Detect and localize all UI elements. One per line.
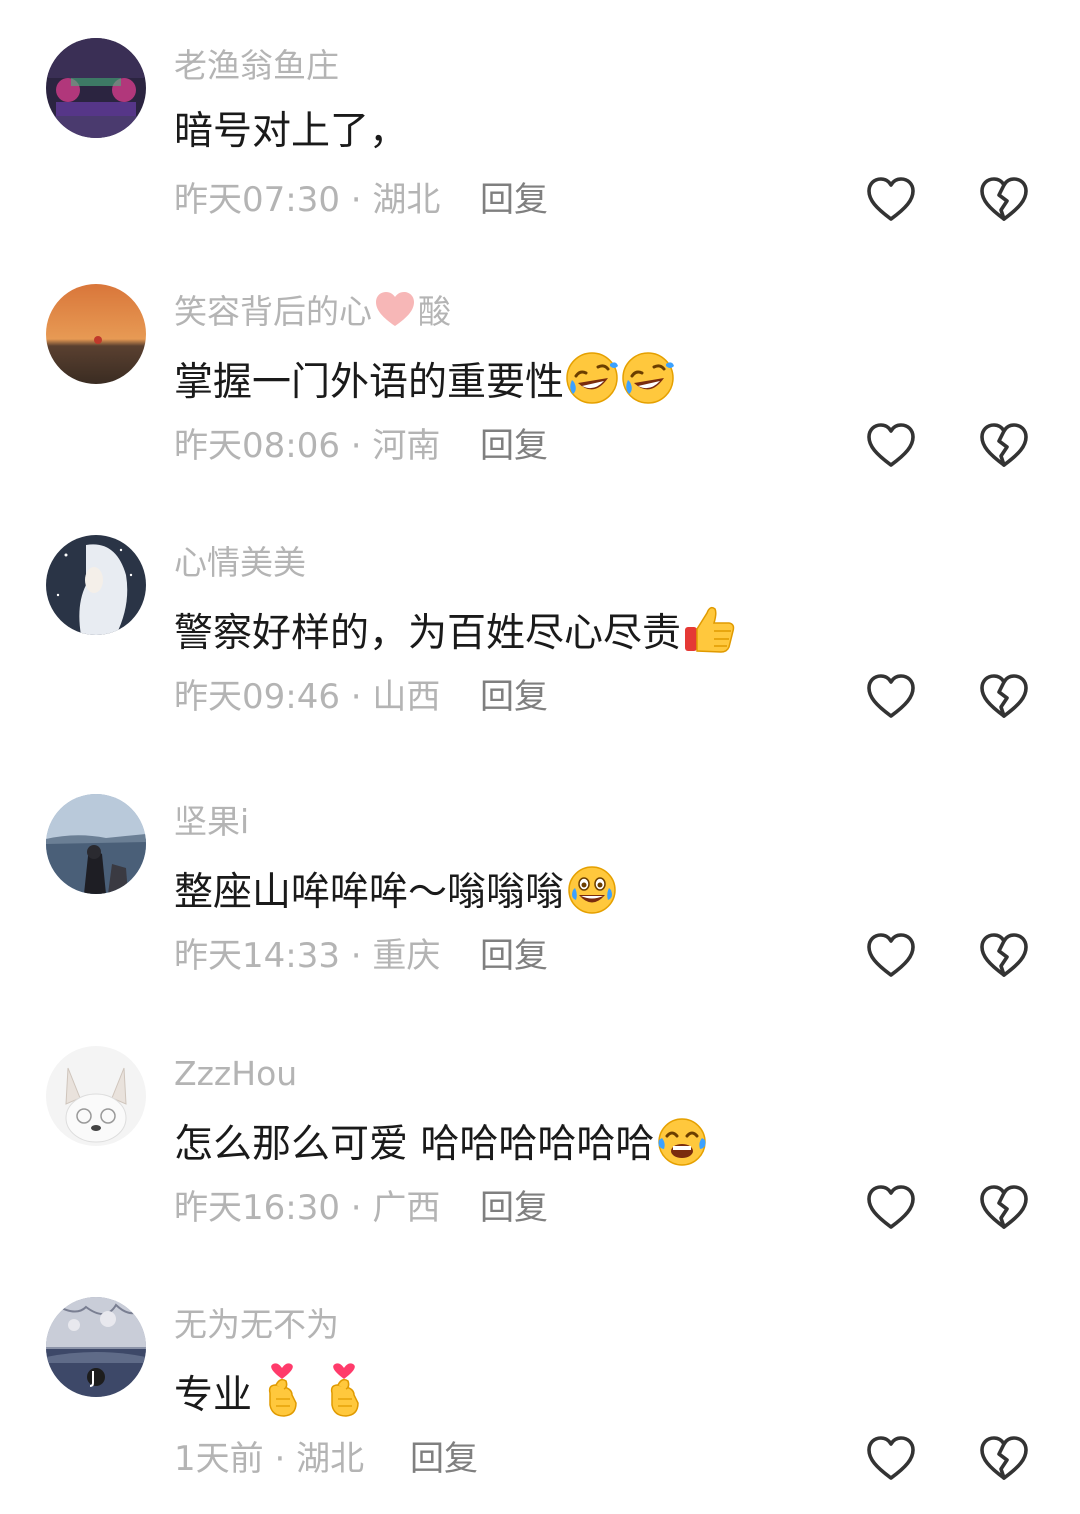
comment-location: 重庆: [372, 936, 441, 976]
comment-meta: 昨天14:33 · 重庆: [174, 932, 440, 980]
dislike-button[interactable]: [977, 1432, 1031, 1486]
dislike-button[interactable]: [977, 419, 1031, 473]
comment-location: 湖北: [372, 180, 441, 220]
avatar[interactable]: [46, 1046, 146, 1146]
like-button[interactable]: [864, 1432, 918, 1486]
comment-text-content: 整座山哞哞哞～嗡嗡嗡: [174, 870, 565, 915]
comment-text-content: 警察好样的，为百姓尽心尽责: [174, 611, 682, 656]
heart-outline-icon: [864, 1432, 918, 1486]
comment-item: 笑容背后的心 酸 掌握一门外语的重要性 昨天08:06 · 河南 回复: [0, 284, 1080, 484]
username-part: 笑容背后的心: [174, 292, 372, 331]
comment-time: 昨天08:06: [174, 426, 340, 466]
comment-location: 河南: [372, 426, 441, 466]
comment-item: 无为无不为 专业 1天前 · 湖北 回复: [0, 1297, 1080, 1497]
comment-text-content: 暗号对上了，: [174, 109, 409, 154]
dislike-button[interactable]: [977, 929, 1031, 983]
broken-heart-icon: [977, 1432, 1031, 1486]
heart-outline-icon: [864, 929, 918, 983]
comment-text-content: 专业: [174, 1373, 253, 1418]
dislike-button[interactable]: [977, 670, 1031, 724]
like-button[interactable]: [864, 1181, 918, 1235]
tears-of-joy-emoji-icon: [654, 1112, 710, 1168]
username-part: 酸: [418, 292, 451, 331]
comment-meta: 昨天07:30 · 湖北: [174, 176, 440, 224]
meta-separator: ·: [339, 936, 373, 976]
heart-outline-icon: [864, 670, 918, 724]
broken-heart-icon: [977, 419, 1031, 473]
comment-meta: 1天前 · 湖北: [174, 1435, 364, 1483]
rofl-emoji-icon: [620, 350, 676, 406]
comment-item: 心情美美 警察好样的，为百姓尽心尽责 昨天09:46 · 山西 回复: [0, 535, 1080, 735]
username[interactable]: ZzzHou: [174, 1050, 297, 1098]
finger-heart-emoji-icon: [316, 1363, 372, 1419]
like-button[interactable]: [864, 670, 918, 724]
reply-button[interactable]: 回复: [480, 422, 548, 470]
avatar[interactable]: [46, 284, 146, 384]
comment-text: 专业: [174, 1363, 372, 1424]
like-button[interactable]: [864, 173, 918, 227]
avatar[interactable]: [46, 535, 146, 635]
thumbs-up-emoji-icon: [681, 601, 737, 657]
pink-heart-icon: [373, 289, 417, 329]
comment-text: 怎么那么可爱 哈哈哈哈哈哈: [174, 1112, 710, 1173]
comment-location: 山西: [372, 677, 441, 717]
heart-outline-icon: [864, 173, 918, 227]
meta-separator: ·: [339, 180, 373, 220]
comment-text: 警察好样的，为百姓尽心尽责: [174, 601, 737, 662]
username[interactable]: 心情美美: [174, 539, 306, 587]
comment-item: ZzzHou 怎么那么可爱 哈哈哈哈哈哈 昨天16:30 · 广西 回复: [0, 1046, 1080, 1246]
meta-separator: ·: [339, 1188, 373, 1228]
username[interactable]: 坚果i: [174, 798, 249, 846]
avatar[interactable]: [46, 794, 146, 894]
comment-location: 广西: [372, 1188, 441, 1228]
username[interactable]: 老渔翁鱼庄: [174, 42, 339, 90]
grinning-sweat-emoji-icon: [564, 860, 620, 916]
comment-text-content: 掌握一门外语的重要性: [174, 360, 565, 405]
dislike-button[interactable]: [977, 1181, 1031, 1235]
comment-location: 湖北: [296, 1439, 365, 1479]
comment-text: 整座山哞哞哞～嗡嗡嗡: [174, 860, 620, 921]
reply-button[interactable]: 回复: [480, 932, 548, 980]
comment-text: 掌握一门外语的重要性: [174, 350, 676, 411]
broken-heart-icon: [977, 670, 1031, 724]
avatar[interactable]: [46, 1297, 146, 1397]
heart-outline-icon: [864, 1181, 918, 1235]
avatar[interactable]: [46, 38, 146, 138]
meta-separator: ·: [339, 677, 373, 717]
reply-button[interactable]: 回复: [480, 1184, 548, 1232]
comment-text-content: 怎么那么可爱 哈哈哈哈哈哈: [174, 1122, 655, 1167]
like-button[interactable]: [864, 419, 918, 473]
comment-meta: 昨天08:06 · 河南: [174, 422, 440, 470]
dislike-button[interactable]: [977, 173, 1031, 227]
comment-item: 老渔翁鱼庄 暗号对上了， 昨天07:30 · 湖北 回复: [0, 38, 1080, 238]
broken-heart-icon: [977, 929, 1031, 983]
meta-separator: ·: [263, 1439, 297, 1479]
rofl-emoji-icon: [564, 350, 620, 406]
comment-time: 1天前: [174, 1439, 264, 1479]
finger-heart-emoji-icon: [254, 1363, 310, 1419]
reply-button[interactable]: 回复: [410, 1435, 478, 1483]
username[interactable]: 无为无不为: [174, 1301, 339, 1349]
reply-button[interactable]: 回复: [480, 673, 548, 721]
comment-time: 昨天07:30: [174, 180, 340, 220]
comment-item: 坚果i 整座山哞哞哞～嗡嗡嗡 昨天14:33 · 重庆 回复: [0, 794, 1080, 994]
reply-button[interactable]: 回复: [480, 176, 548, 224]
heart-outline-icon: [864, 419, 918, 473]
comment-meta: 昨天09:46 · 山西: [174, 673, 440, 721]
like-button[interactable]: [864, 929, 918, 983]
comment-text: 暗号对上了，: [174, 104, 408, 160]
username[interactable]: 笑容背后的心 酸: [174, 288, 451, 336]
broken-heart-icon: [977, 1181, 1031, 1235]
broken-heart-icon: [977, 173, 1031, 227]
meta-separator: ·: [339, 426, 373, 466]
comment-time: 昨天14:33: [174, 936, 340, 976]
comment-time: 昨天16:30: [174, 1188, 340, 1228]
comment-time: 昨天09:46: [174, 677, 340, 717]
comment-meta: 昨天16:30 · 广西: [174, 1184, 440, 1232]
